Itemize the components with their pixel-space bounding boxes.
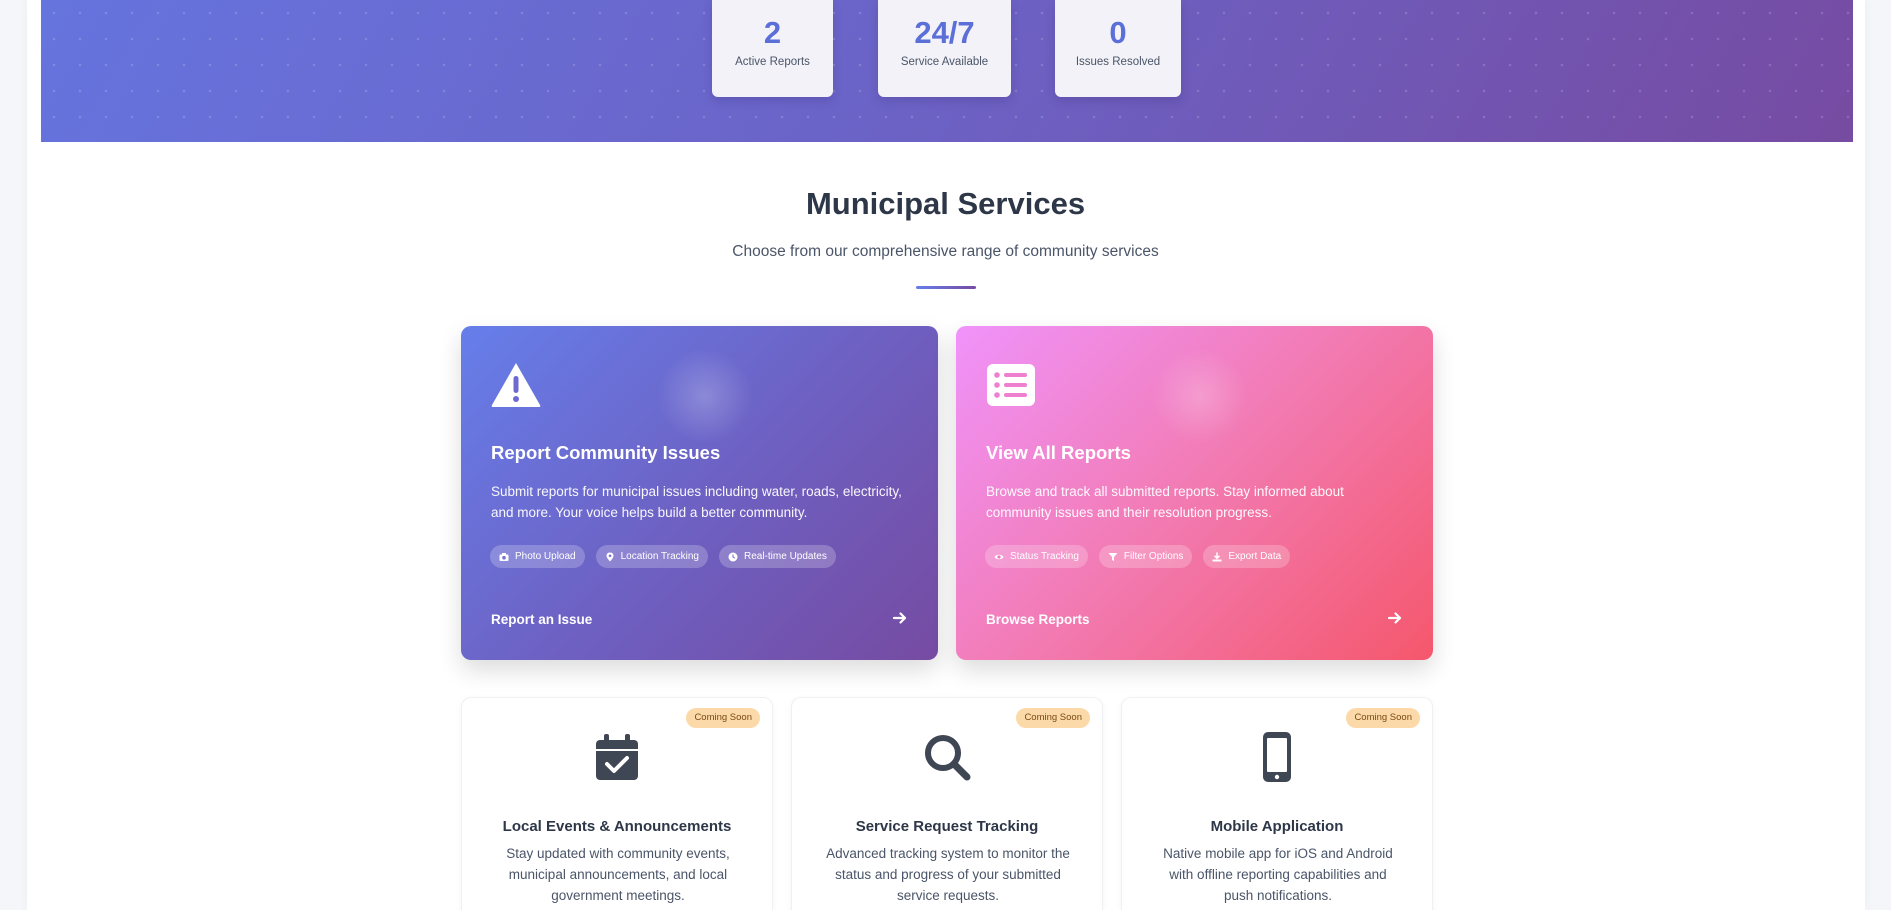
feature-chip: Export Data	[1203, 545, 1291, 568]
arrow-right-icon[interactable]	[892, 610, 908, 626]
service-card-report-issues[interactable]: Report Community Issues Submit reports f…	[461, 326, 938, 660]
stat-label: Active Reports	[735, 56, 810, 68]
coming-soon-card-tracking: Coming Soon Service Request Tracking Adv…	[791, 697, 1103, 910]
coming-soon-description: Native mobile app for iOS and Android wi…	[1163, 846, 1393, 903]
service-title: View All Reports	[986, 442, 1131, 463]
stat-card-issues-resolved: 0 Issues Resolved	[1055, 0, 1181, 97]
feature-chip: Filter Options	[1098, 545, 1193, 568]
feature-chip-label: Location Tracking	[620, 551, 699, 562]
eye-icon	[994, 554, 1004, 559]
clock-icon	[728, 552, 738, 561]
feature-chip-label: Export Data	[1228, 551, 1282, 562]
service-description: Submit reports for municipal issues incl…	[491, 484, 902, 520]
camera-icon	[499, 552, 509, 561]
coming-soon-description: Stay updated with community events, muni…	[506, 846, 730, 903]
feature-chips: Photo Upload Location Tracking Real-time…	[490, 545, 836, 568]
arrow-right-icon[interactable]	[1387, 610, 1403, 626]
list-icon	[987, 364, 1035, 406]
browse-reports-link[interactable]: Browse Reports	[986, 612, 1090, 627]
stat-value: 2	[763, 15, 782, 50]
feature-chip: Real-time Updates	[719, 545, 836, 568]
feature-chip: Location Tracking	[595, 545, 708, 568]
download-icon	[1212, 552, 1222, 561]
section-title: Municipal Services	[805, 186, 1086, 221]
hero-banner: 2 Active Reports 24/7 Service Available …	[41, 0, 1853, 142]
card-glow	[1152, 348, 1248, 444]
calendar-check-icon	[596, 734, 638, 780]
coming-soon-card-mobile-app: Coming Soon Mobile Application Native mo…	[1121, 697, 1433, 910]
coming-soon-card-events: Coming Soon Local Events & Announcements…	[461, 697, 773, 910]
coming-soon-badge: Coming Soon	[1016, 708, 1090, 728]
stat-value: 24/7	[914, 15, 975, 50]
feature-chip-label: Real-time Updates	[744, 551, 827, 562]
report-issue-link[interactable]: Report an Issue	[491, 612, 592, 627]
feature-chip-label: Status Tracking	[1010, 551, 1079, 562]
coming-soon-title: Service Request Tracking	[855, 818, 1039, 835]
section-subtitle: Choose from our comprehensive range of c…	[732, 243, 1159, 260]
feature-chips: Status Tracking Filter Options Export Da…	[985, 545, 1291, 568]
service-card-view-reports[interactable]: View All Reports Browse and track all su…	[956, 326, 1433, 660]
feature-chip: Photo Upload	[490, 545, 585, 568]
card-glow	[657, 348, 753, 444]
stat-card-service-available: 24/7 Service Available	[878, 0, 1011, 97]
stat-label: Service Available	[900, 56, 989, 68]
stat-label: Issues Resolved	[1075, 56, 1161, 68]
search-icon	[925, 735, 971, 781]
section-divider	[916, 286, 976, 289]
feature-chip-label: Filter Options	[1123, 551, 1184, 562]
feature-chip-label: Photo Upload	[515, 551, 576, 562]
coming-soon-title: Local Events & Announcements	[502, 818, 732, 835]
map-pin-icon	[606, 552, 614, 561]
mobile-phone-icon	[1263, 732, 1291, 782]
service-title: Report Community Issues	[491, 442, 721, 463]
coming-soon-description: Advanced tracking system to monitor the …	[826, 846, 1070, 903]
coming-soon-title: Mobile Application	[1210, 818, 1344, 835]
service-description: Browse and track all submitted reports. …	[986, 484, 1344, 520]
feature-chip: Status Tracking	[985, 545, 1088, 568]
warning-triangle-icon	[491, 363, 541, 407]
stat-value: 0	[1109, 15, 1127, 50]
coming-soon-badge: Coming Soon	[1346, 708, 1420, 728]
coming-soon-badge: Coming Soon	[686, 708, 760, 728]
filter-icon	[1108, 552, 1118, 561]
stat-card-active-reports: 2 Active Reports	[712, 0, 833, 97]
